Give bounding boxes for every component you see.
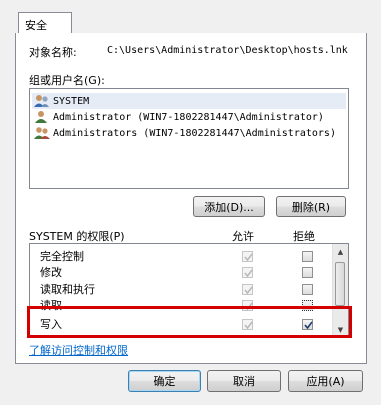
apply-button[interactable]: 应用(A) — [288, 370, 363, 392]
list-item[interactable]: Administrators (WIN7-1802281447\Administ… — [34, 125, 336, 141]
ok-button[interactable]: 确定 — [128, 370, 201, 392]
permission-name: 完全控制 — [40, 250, 84, 263]
object-name-label: 对象名称: — [29, 46, 77, 59]
scroll-thumb[interactable] — [335, 262, 345, 306]
highlight-box — [27, 306, 352, 338]
add-button[interactable]: 添加(D)... — [193, 196, 265, 217]
cancel-button[interactable]: 取消 — [207, 370, 281, 392]
list-item-label: Administrator (WIN7-1802281447\Administr… — [53, 111, 324, 123]
list-item-label: SYSTEM — [53, 95, 90, 107]
group-icon — [34, 126, 50, 140]
list-item[interactable]: SYSTEM — [32, 93, 346, 109]
allow-checkbox[interactable] — [242, 284, 253, 295]
groups-label: 组或用户名(G): — [29, 74, 105, 87]
permission-row: 修改 — [40, 263, 62, 281]
user-icon — [34, 110, 50, 124]
permission-name: 读取和执行 — [40, 283, 95, 296]
deny-column-header: 拒绝 — [293, 230, 315, 243]
allow-column-header: 允许 — [232, 230, 254, 243]
allow-checkbox[interactable] — [242, 267, 253, 278]
deny-checkbox[interactable] — [302, 267, 313, 278]
list-item-label: Administrators (WIN7-1802281447\Administ… — [53, 127, 336, 139]
system-user-icon — [34, 94, 50, 108]
list-item[interactable]: Administrator (WIN7-1802281447\Administr… — [34, 109, 324, 125]
learn-more-link[interactable]: 了解访问控制和权限 — [29, 342, 128, 358]
groups-listbox[interactable]: SYSTEM Administrator (WIN7-1802281447\Ad… — [29, 88, 349, 189]
tab-security[interactable]: 安全 — [18, 12, 72, 33]
allow-checkbox[interactable] — [242, 251, 253, 262]
remove-button[interactable]: 删除(R) — [276, 196, 346, 217]
permission-name: 修改 — [40, 266, 62, 279]
object-name-value: C:\Users\Administrator\Desktop\hosts.lnk — [107, 45, 348, 56]
deny-checkbox[interactable] — [302, 284, 313, 295]
deny-checkbox[interactable] — [302, 251, 313, 262]
permissions-title: SYSTEM 的权限(P) — [29, 230, 125, 243]
scroll-up-icon[interactable]: ▲ — [333, 244, 348, 259]
